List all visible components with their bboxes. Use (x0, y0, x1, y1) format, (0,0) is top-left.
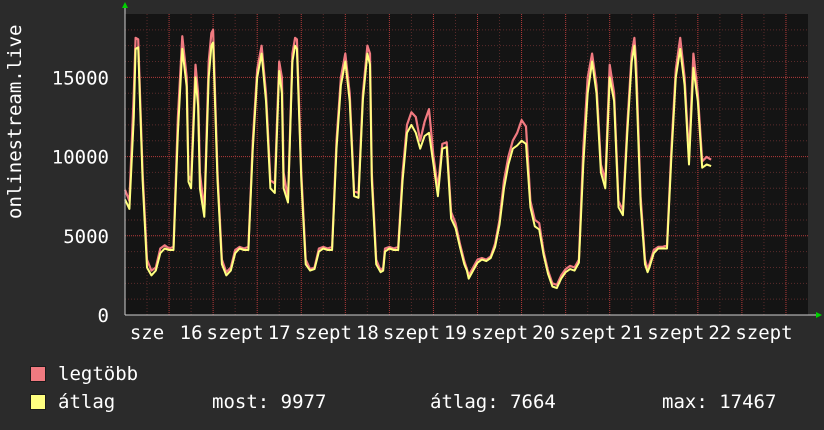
stat-current: most: 9977 (212, 391, 327, 413)
graph-panel: 0 5000 10000 15000 sze 16 szept 17 szept 18 szept 1… (0, 0, 824, 430)
x-tick-label: 19 (444, 322, 467, 344)
x-tick-label: szept (471, 322, 528, 344)
y-axis-label: onlinestream.live (4, 24, 26, 219)
x-tick-label: szept (383, 322, 440, 344)
x-tick-label: 17 (268, 322, 291, 344)
legend-label-avg: átlag (58, 391, 116, 413)
legend-label-max: legtöbb (58, 363, 139, 385)
x-tick-label: 16 (180, 322, 203, 344)
stat-maximum: max: 17467 (662, 391, 777, 413)
stat-average: átlag: 7664 (430, 391, 556, 413)
x-axis-arrow-icon (816, 312, 822, 318)
y-tick-label: 5000 (63, 226, 109, 248)
x-tick-label: szept (207, 322, 264, 344)
x-tick-label: 21 (620, 322, 643, 344)
y-tick-label: 10000 (52, 147, 109, 169)
y-tick-label: 0 (98, 305, 109, 327)
x-tick-label: 22 (708, 322, 731, 344)
x-tick-label: szept (559, 322, 616, 344)
y-tick-label: 15000 (52, 67, 109, 89)
x-tick-label: szept (735, 322, 792, 344)
y-axis-label-wrap: onlinestream.live (4, 25, 26, 219)
traffic-chart: 050001000015000sze 16 szept 17 szept 18 szept 1… (52, 2, 822, 344)
y-axis-arrow-icon (122, 2, 128, 8)
x-tick-label: 20 (532, 322, 555, 344)
x-tick-label: szept (295, 322, 352, 344)
x-tick-label: 18 (356, 322, 379, 344)
x-tick-label: sze (130, 322, 164, 344)
legend-swatch-max (30, 366, 46, 382)
legend-swatch-avg (30, 394, 46, 410)
x-tick-label: szept (647, 322, 704, 344)
